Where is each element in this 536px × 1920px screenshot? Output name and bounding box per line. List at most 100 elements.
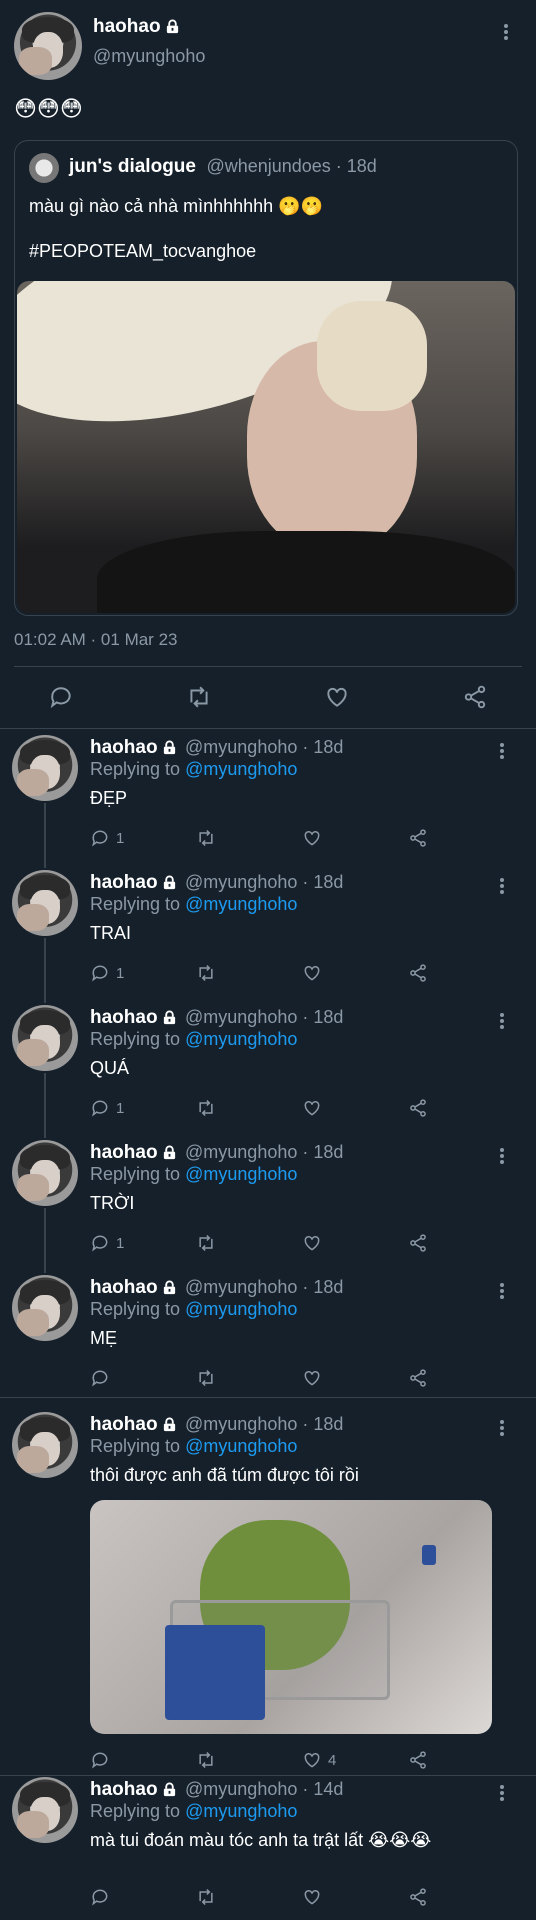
reply-photo[interactable] [90, 1500, 492, 1734]
like-button[interactable] [302, 1887, 328, 1907]
heart-icon [327, 687, 347, 707]
author-handle[interactable]: @myunghoho [93, 46, 205, 67]
like-button[interactable]: 4 [302, 1750, 336, 1770]
reply-author-meta: @myunghoho · 18d [185, 872, 344, 892]
reply-author-meta: @myunghoho · 14d [185, 1779, 344, 1799]
replying-to-prefix: Replying to [90, 1436, 181, 1456]
retweet-button[interactable] [196, 828, 222, 848]
tweet-timestamp: 01:02 AM · 01 Mar 23 [14, 630, 178, 649]
heart-icon [302, 1368, 322, 1388]
reply-author-name[interactable]: haohao [90, 1277, 158, 1298]
replying-to-prefix: Replying to [90, 894, 181, 914]
reply-header: haohao @myunghoho · 18d [90, 1414, 343, 1436]
replying-to-prefix: Replying to [90, 1029, 181, 1049]
like-button[interactable] [324, 684, 350, 715]
more-options-icon[interactable] [496, 741, 508, 761]
share-button[interactable] [408, 1887, 428, 1907]
retweet-button[interactable] [196, 963, 222, 983]
reply-avatar[interactable] [12, 1005, 78, 1071]
reply-header: haohao @myunghoho · 18d [90, 1277, 343, 1299]
reply-author-name[interactable]: haohao [90, 1414, 158, 1435]
reply-header: haohao @myunghoho · 14d [90, 1779, 343, 1801]
replying-to-handle[interactable]: @myunghoho [185, 1164, 297, 1184]
reply-avatar[interactable] [12, 1275, 78, 1341]
replying-to-handle[interactable]: @myunghoho [185, 1436, 297, 1456]
like-button[interactable] [302, 1368, 328, 1388]
retweet-button[interactable] [196, 1098, 222, 1118]
retweet-button[interactable] [196, 1750, 222, 1770]
retweet-button[interactable] [196, 1887, 222, 1907]
share-icon [408, 1368, 428, 1388]
retweet-button[interactable] [196, 1368, 222, 1388]
replying-to-handle[interactable]: @myunghoho [185, 1299, 297, 1319]
more-options-icon[interactable] [496, 876, 508, 896]
replying-to-prefix: Replying to [90, 759, 181, 779]
reply-icon [90, 1368, 110, 1388]
more-options-icon[interactable] [496, 1783, 508, 1803]
retweet-icon [190, 686, 208, 708]
retweet-icon [196, 1887, 216, 1907]
reply-avatar[interactable] [12, 1777, 78, 1843]
more-options-icon[interactable] [496, 1011, 508, 1031]
reply-header: haohao @myunghoho · 18d [90, 737, 343, 759]
reply-text: MẸ [90, 1328, 117, 1348]
share-button[interactable] [408, 828, 428, 848]
like-button[interactable] [302, 1098, 328, 1118]
reply-avatar[interactable] [12, 735, 78, 801]
share-icon [408, 963, 428, 983]
reply-author-name[interactable]: haohao [90, 1142, 158, 1163]
reply-author-name[interactable]: haohao [90, 1007, 158, 1028]
share-icon [408, 1233, 428, 1253]
retweet-button[interactable] [185, 684, 213, 715]
hair-shape [317, 301, 427, 411]
like-button[interactable] [302, 1233, 328, 1253]
reply-author-meta: @myunghoho · 18d [185, 1277, 344, 1297]
reply-icon [90, 1887, 110, 1907]
replying-to-handle[interactable]: @myunghoho [185, 759, 297, 779]
quote-photo[interactable] [17, 281, 515, 613]
author-name[interactable]: haohao [93, 16, 180, 38]
reply-author-name[interactable]: haohao [90, 1779, 158, 1800]
reply-button[interactable]: 1 [90, 1098, 124, 1118]
reply-header: haohao @myunghoho · 18d [90, 1142, 343, 1164]
share-button[interactable] [408, 1098, 428, 1118]
share-button[interactable] [462, 684, 488, 715]
reply-button[interactable] [48, 684, 74, 715]
reply-button[interactable] [90, 1368, 116, 1388]
reply-avatar[interactable] [12, 1412, 78, 1478]
share-button[interactable] [408, 1750, 428, 1770]
share-icon [408, 1750, 428, 1770]
lock-icon [163, 875, 175, 890]
action-count: 1 [116, 1099, 125, 1117]
cart-label-shape [165, 1625, 265, 1720]
reply-text: thôi được anh đã túm được tôi rồi [90, 1465, 359, 1485]
share-button[interactable] [408, 1233, 428, 1253]
share-icon [408, 1098, 428, 1118]
reply-button[interactable]: 1 [90, 1233, 124, 1253]
replying-to-handle[interactable]: @myunghoho [185, 1029, 297, 1049]
like-button[interactable] [302, 828, 328, 848]
reply-author-name[interactable]: haohao [90, 872, 158, 893]
replying-to: Replying to @myunghoho [90, 1299, 297, 1320]
more-options-icon[interactable] [500, 22, 512, 42]
reply-button[interactable]: 1 [90, 963, 124, 983]
replying-to-handle[interactable]: @myunghoho [185, 894, 297, 914]
like-button[interactable] [302, 963, 328, 983]
more-options-icon[interactable] [496, 1281, 508, 1301]
reply-author-name[interactable]: haohao [90, 737, 158, 758]
replying-to-handle[interactable]: @myunghoho [185, 1801, 297, 1821]
reply-button[interactable] [90, 1887, 116, 1907]
reply-button[interactable] [90, 1750, 116, 1770]
reply-avatar[interactable] [12, 870, 78, 936]
retweet-button[interactable] [196, 1233, 222, 1253]
reply-author-meta: @myunghoho · 18d [185, 737, 344, 757]
share-button[interactable] [408, 1368, 428, 1388]
more-options-icon[interactable] [496, 1146, 508, 1166]
reply-button[interactable]: 1 [90, 828, 124, 848]
share-button[interactable] [408, 963, 428, 983]
reply-avatar[interactable] [12, 1140, 78, 1206]
quote-hashtag[interactable]: #PEOPOTEAM_tocvanghoe [29, 241, 256, 262]
quoted-tweet[interactable]: jun's dialogue @whenjundoes · 18d màu gì… [14, 140, 518, 616]
more-options-icon[interactable] [496, 1418, 508, 1438]
avatar[interactable] [14, 12, 82, 80]
